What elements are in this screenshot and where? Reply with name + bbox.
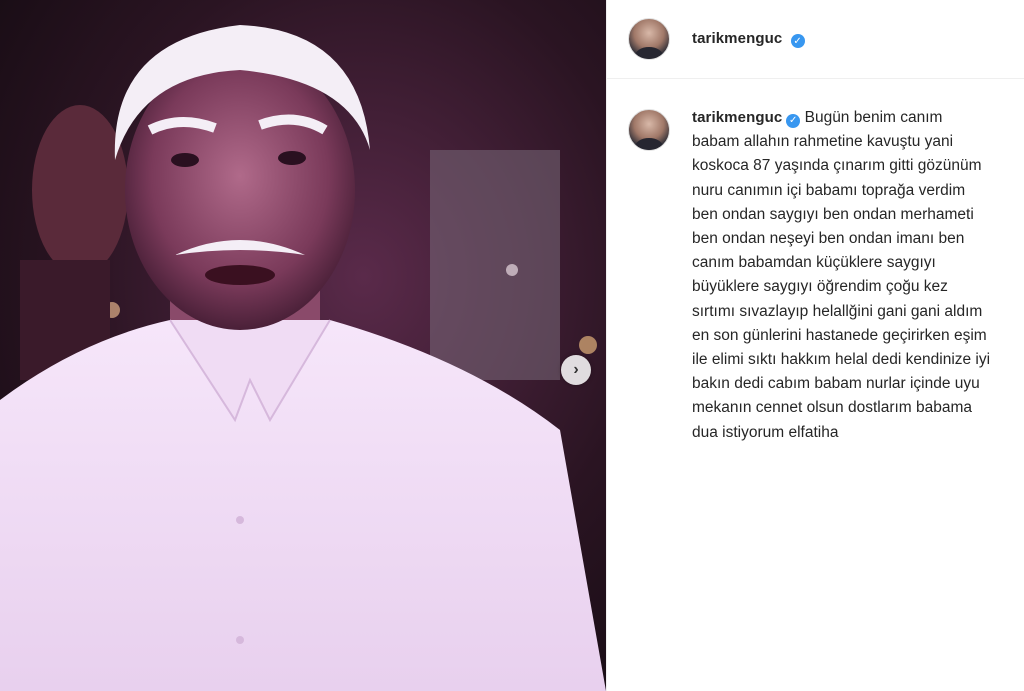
post-side-panel: tarikmenguc ✓ tarikmenguc ✓ Bugün benim c… <box>606 0 1024 691</box>
post-photo[interactable]: › <box>0 0 606 691</box>
verified-badge-icon: ✓ <box>790 34 805 49</box>
avatar[interactable] <box>628 18 670 60</box>
username-link[interactable]: tarikmenguc ✓ <box>692 30 805 49</box>
caption-username-link[interactable]: tarikmenguc ✓ <box>692 109 801 129</box>
caption-text-block: tarikmenguc ✓ Bugün benim canım babam all… <box>692 106 992 445</box>
verified-badge-icon: ✓ <box>786 114 801 129</box>
username-text: tarikmenguc <box>692 29 783 47</box>
next-photo-button[interactable]: › <box>561 355 591 385</box>
caption-username-text: tarikmenguc <box>692 109 783 126</box>
caption-comment: tarikmenguc ✓ Bugün benim canım babam all… <box>628 109 992 445</box>
chevron-right-icon: › <box>573 361 579 378</box>
caption-text: Bugün benim canım babam allahın rahmetin… <box>692 109 991 441</box>
post-header: tarikmenguc ✓ <box>607 0 1024 79</box>
post-image <box>0 25 606 691</box>
avatar[interactable] <box>628 109 670 151</box>
